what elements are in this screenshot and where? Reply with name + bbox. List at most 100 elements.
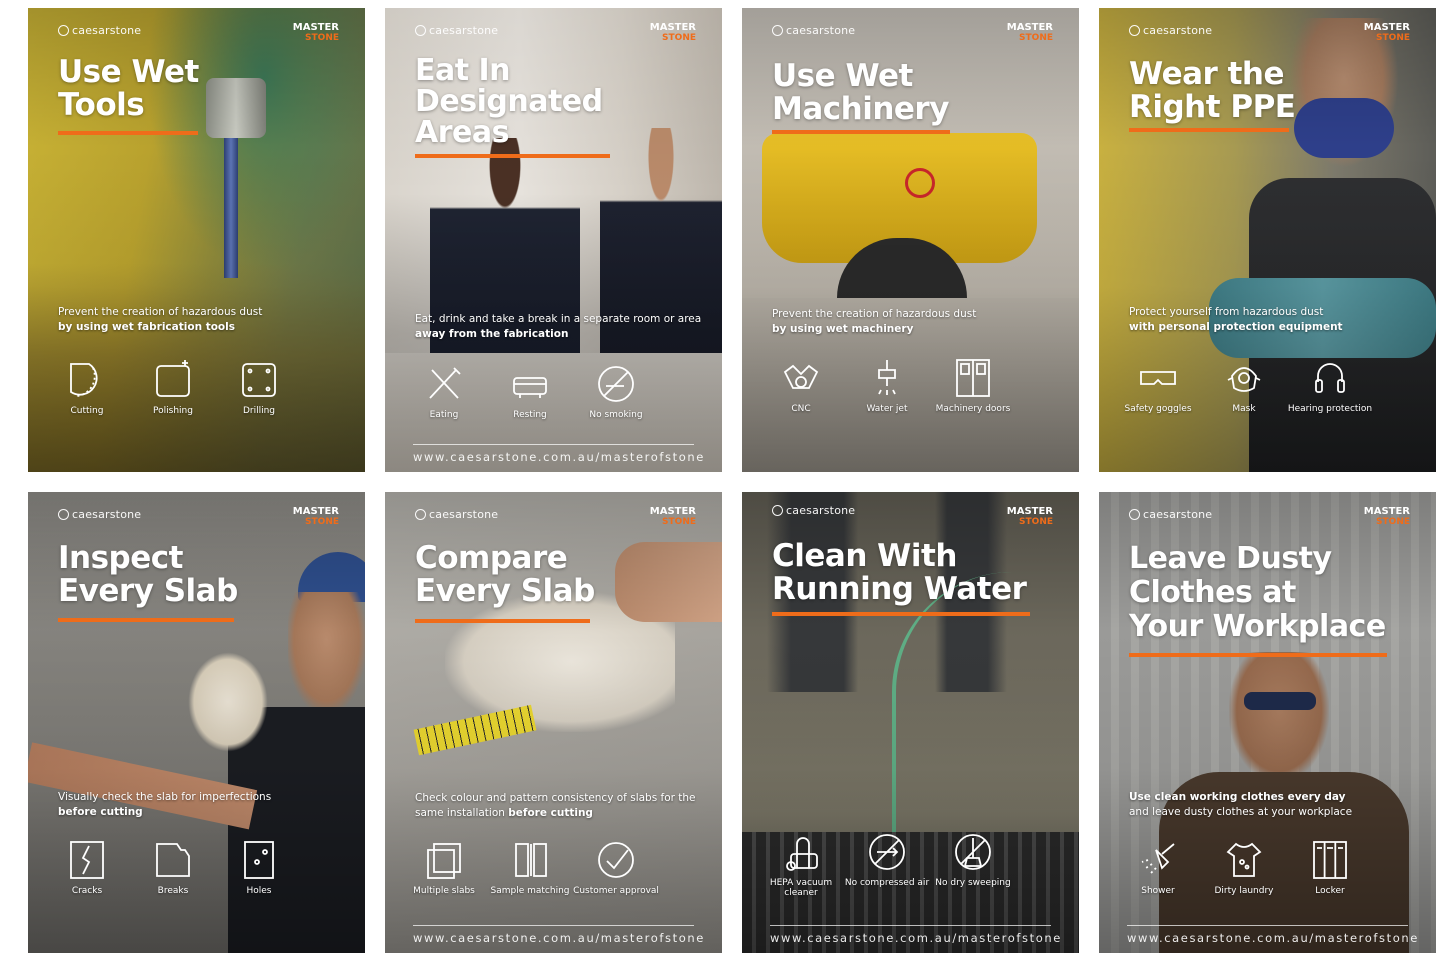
no-smoking-icon xyxy=(598,366,634,402)
icon-row: CNC Water jet Machinery doors xyxy=(758,358,1063,414)
icon-row: Cracks Breaks Holes xyxy=(44,840,349,896)
brand-logo: caesarstone xyxy=(58,508,141,521)
poster-title: Leave Dusty Clothes at Your Workplace xyxy=(1129,541,1386,644)
icon-item: Eating xyxy=(401,364,487,420)
poster-description: Prevent the creation of hazardous dust by… xyxy=(772,308,977,335)
poster-leave-dusty-clothes: caesarstone MASTER STONE Leave Dusty Cloth… xyxy=(1099,492,1436,953)
icon-item: Drilling xyxy=(216,360,302,416)
title-underline xyxy=(1129,653,1387,657)
poster-wear-the-right-ppe: caesarstone MASTER STONE Wear the Right PP… xyxy=(1099,8,1436,472)
safety-goggles-icon xyxy=(1140,371,1176,385)
icon-item: Shower xyxy=(1115,840,1201,896)
poster-inspect-every-slab: caesarstone MASTER STONE Inspect Every Sla… xyxy=(28,492,365,953)
icon-item: Holes xyxy=(216,840,302,896)
icon-item: Locker xyxy=(1287,840,1373,896)
icon-item: Polishing xyxy=(130,360,216,416)
poster-description: Use clean working clothes every day and l… xyxy=(1129,791,1353,818)
icon-item: Cutting xyxy=(44,360,130,416)
cutting-icon xyxy=(70,363,98,397)
icon-item: Dirty laundry xyxy=(1201,840,1287,896)
icon-row: Eating Resting No smoking xyxy=(401,364,706,420)
poster-title: Clean With Running Water xyxy=(772,538,1027,607)
poster-description: Prevent the creation of hazardous dust by… xyxy=(58,306,263,333)
brand-logo: caesarstone xyxy=(415,508,498,521)
poster-use-wet-machinery: caesarstone MASTER STONE Use Wet Machinery… xyxy=(742,8,1079,472)
brand-ring-icon xyxy=(415,509,426,520)
title-underline xyxy=(415,619,590,623)
locker-icon xyxy=(1313,841,1347,879)
icon-item: Multiple slabs xyxy=(401,840,487,896)
dirty-laundry-icon xyxy=(1226,842,1262,877)
icon-item: Customer approval xyxy=(573,840,659,896)
brand-logo: caesarstone xyxy=(415,24,498,37)
icon-item: No dry sweeping xyxy=(930,832,1016,898)
icon-item: Machinery doors xyxy=(930,358,1016,414)
icon-row: Shower Dirty laundry Locker xyxy=(1115,840,1420,896)
icon-item: Safety goggles xyxy=(1115,358,1201,414)
poster-title: Use Wet Machinery xyxy=(772,58,949,127)
polishing-icon xyxy=(156,360,190,397)
icon-item: Resting xyxy=(487,364,573,420)
poster-title: Inspect Every Slab xyxy=(58,540,238,609)
website-url: www.caesarstone.com.au/masterofstone xyxy=(413,444,703,464)
website-url: www.caesarstone.com.au/masterofstone xyxy=(770,925,1060,945)
poster-description: Visually check the slab for imperfection… xyxy=(58,791,272,818)
brand-logo: caesarstone xyxy=(1129,24,1212,37)
master-of-stone-badge: MASTER STONE xyxy=(1006,506,1053,528)
hepa-vacuum-icon xyxy=(786,837,818,871)
master-of-stone-badge: MASTER STONE xyxy=(1363,506,1410,528)
master-of-stone-badge: MASTER STONE xyxy=(1006,22,1053,44)
cnc-icon xyxy=(783,364,819,389)
brand-ring-icon xyxy=(772,25,783,36)
poster-title: Compare Every Slab xyxy=(415,540,595,609)
icon-item: No compressed air xyxy=(844,832,930,898)
title-underline xyxy=(415,154,610,158)
icon-item: Breaks xyxy=(130,840,216,896)
mask-icon xyxy=(1227,367,1261,392)
hearing-protection-icon xyxy=(1315,363,1345,393)
brand-ring-icon xyxy=(58,509,69,520)
icon-item: CNC xyxy=(758,358,844,414)
brand-logo: caesarstone xyxy=(58,24,141,37)
poster-title: Use Wet Tools xyxy=(58,54,199,123)
title-underline xyxy=(1129,128,1289,132)
brand-ring-icon xyxy=(1129,25,1140,36)
icon-item: No smoking xyxy=(573,364,659,420)
icon-item: Hearing protection xyxy=(1287,358,1373,414)
breaks-icon xyxy=(156,843,190,877)
water-jet-icon xyxy=(878,360,896,395)
cracks-icon xyxy=(70,841,104,879)
no-compressed-air-icon xyxy=(869,834,905,870)
machinery-doors-icon xyxy=(956,359,990,397)
title-underline xyxy=(58,618,234,622)
holes-icon xyxy=(244,841,274,879)
icon-row: Safety goggles Mask Hearing protection xyxy=(1115,358,1420,414)
title-underline xyxy=(772,130,950,134)
poster-eat-in-designated-areas: caesarstone MASTER STONE Eat In Designated… xyxy=(385,8,722,472)
master-of-stone-badge: MASTER STONE xyxy=(292,22,339,44)
no-dry-sweeping-icon xyxy=(955,834,991,870)
customer-approval-icon xyxy=(598,842,634,878)
poster-description: Protect yourself from hazardous dust with… xyxy=(1129,306,1343,333)
title-underline xyxy=(772,612,1030,616)
multiple-slabs-icon xyxy=(427,843,461,879)
icon-item: Mask xyxy=(1201,358,1287,414)
brand-logo: caesarstone xyxy=(772,24,855,37)
website-url: www.caesarstone.com.au/masterofstone xyxy=(413,925,703,945)
poster-title: Eat In Designated Areas xyxy=(415,53,603,150)
drilling-icon xyxy=(242,363,276,397)
icon-row: Multiple slabs Sample matching Customer … xyxy=(401,840,706,896)
brand-ring-icon xyxy=(1129,509,1140,520)
brand-logo: caesarstone xyxy=(772,504,855,517)
master-of-stone-badge: MASTER STONE xyxy=(649,22,696,44)
master-of-stone-badge: MASTER STONE xyxy=(292,506,339,528)
poster-description: Check colour and pattern consistency of … xyxy=(415,792,696,819)
eating-icon xyxy=(429,367,461,399)
icon-row: Cutting Polishing Drilling xyxy=(44,360,349,416)
poster-description: Eat, drink and take a break in a separat… xyxy=(415,313,702,340)
master-of-stone-badge: MASTER STONE xyxy=(649,506,696,528)
resting-icon xyxy=(513,377,547,398)
master-of-stone-badge: MASTER STONE xyxy=(1363,22,1410,44)
poster-title: Wear the Right PPE xyxy=(1129,56,1296,125)
poster-compare-every-slab: caesarstone MASTER STONE Compare Every Sla… xyxy=(385,492,722,953)
